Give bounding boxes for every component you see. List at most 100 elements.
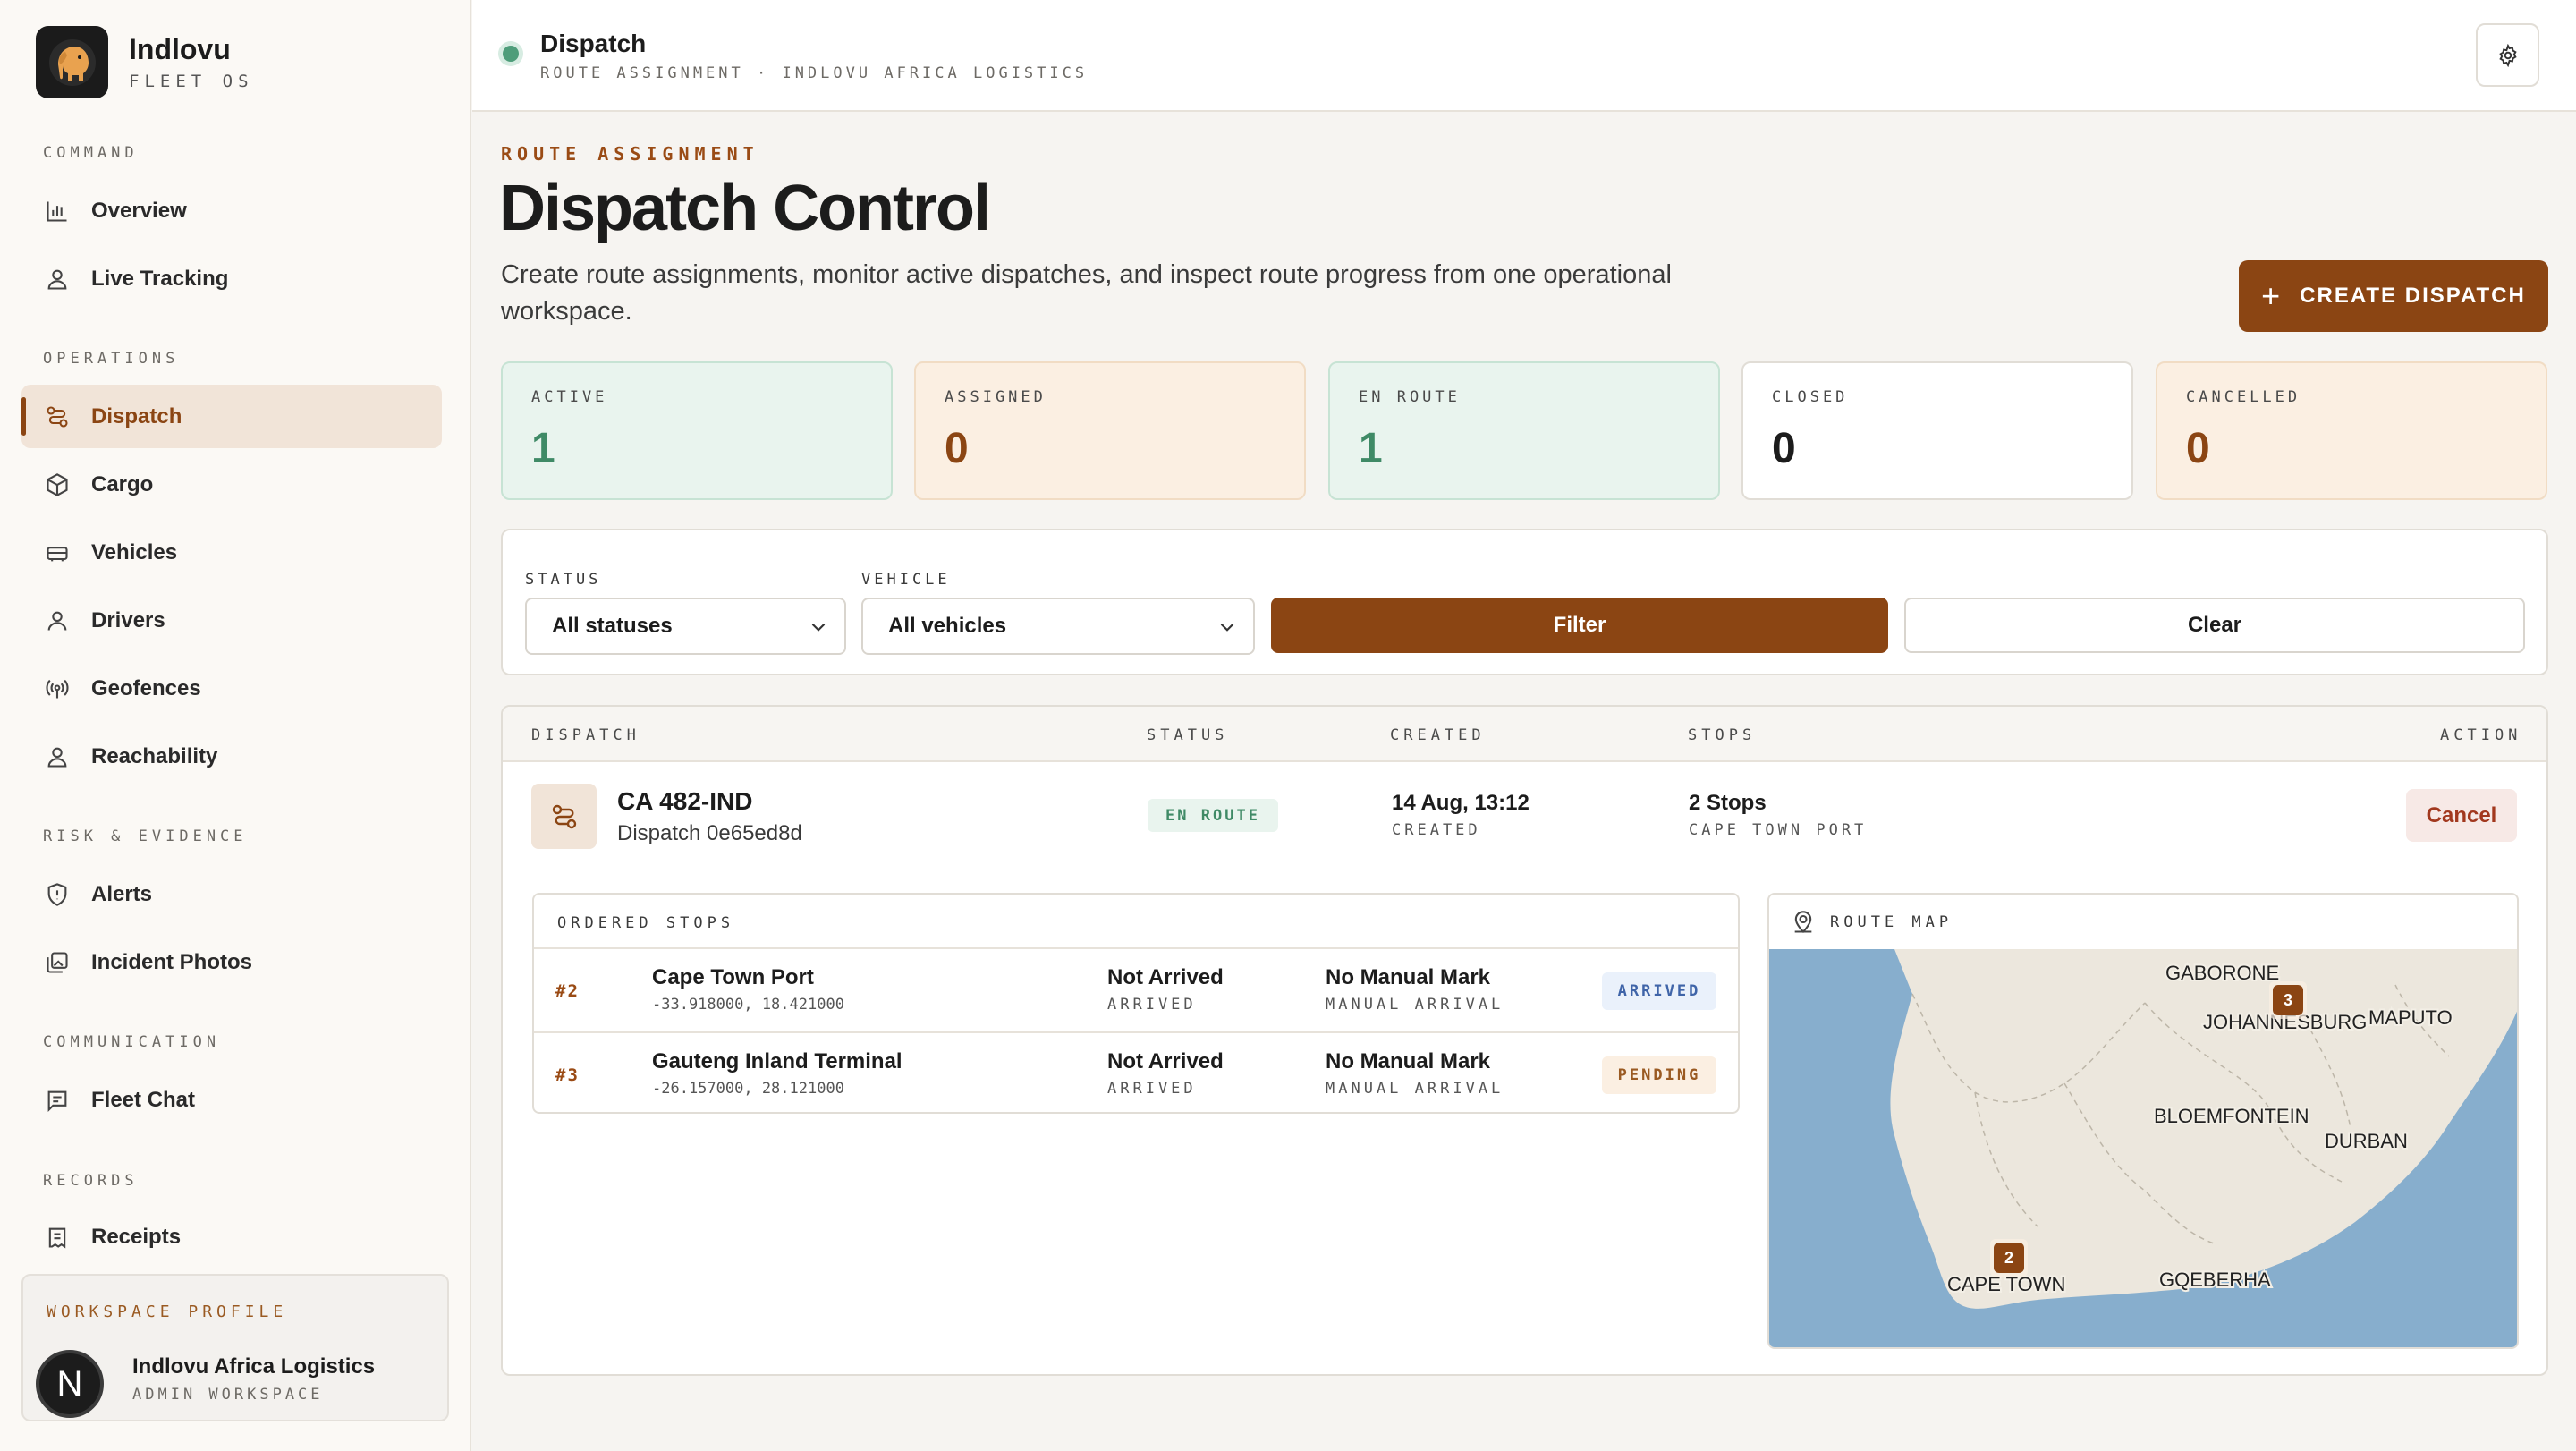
status-select-value: All statuses bbox=[552, 614, 673, 638]
marker-label: 3 bbox=[2284, 991, 2292, 1009]
marker-label: 2 bbox=[2004, 1249, 2013, 1267]
created-label: CREATED bbox=[1392, 821, 1481, 839]
route-map[interactable]: GABORONE JOHANNESBURG MAPUTO BLOEMFONTEI… bbox=[1769, 949, 2519, 1349]
map-title: ROUTE MAP bbox=[1830, 912, 1953, 931]
topbar-title: Dispatch bbox=[540, 30, 647, 57]
column-header: CREATED bbox=[1390, 726, 1486, 744]
sidebar-item-label: Fleet Chat bbox=[91, 1087, 196, 1112]
route-icon bbox=[47, 405, 68, 428]
chat-icon bbox=[47, 1090, 67, 1112]
vehicle-filter-label: VEHICLE bbox=[861, 571, 951, 589]
stat-label: CLOSED bbox=[1772, 388, 1849, 406]
elephant-logo-icon bbox=[36, 26, 108, 98]
sidebar-item-alerts[interactable]: Alerts bbox=[21, 862, 442, 926]
cancel-button[interactable]: Cancel bbox=[2406, 789, 2517, 842]
create-dispatch-button[interactable]: + CREATE DISPATCH bbox=[2239, 260, 2548, 332]
status-select[interactable]: All statuses bbox=[525, 598, 846, 655]
route-icon bbox=[531, 784, 597, 849]
page-title: Dispatch Control bbox=[499, 173, 991, 244]
person-pin-icon bbox=[47, 269, 67, 290]
route-map-panel: ROUTE MAP GABORONE JOHANNESBURG MAPUTO B… bbox=[1767, 893, 2519, 1349]
map-marker-cape-town[interactable]: 2 bbox=[1990, 1239, 2028, 1277]
list-item[interactable]: #3 Gauteng Inland Terminal -26.157000, 2… bbox=[534, 1031, 1738, 1112]
sidebar-item-label: Reachability bbox=[91, 743, 218, 768]
workspace-profile[interactable]: WORKSPACE PROFILE N Indlovu Africa Logis… bbox=[21, 1274, 449, 1421]
stat-card-cancelled: CANCELLED 0 bbox=[2156, 361, 2547, 500]
settings-button[interactable] bbox=[2476, 23, 2539, 87]
sidebar-item-receipts[interactable]: Receipts bbox=[21, 1206, 442, 1269]
vehicle-select[interactable]: All vehicles bbox=[861, 598, 1255, 655]
sidebar-item-dispatch[interactable]: Dispatch bbox=[21, 385, 442, 448]
profile-label: WORKSPACE PROFILE bbox=[47, 1303, 288, 1321]
sidebar-item-fleet-chat[interactable]: Fleet Chat bbox=[21, 1068, 442, 1132]
sidebar: Indlovu FLEET OS COMMAND Overview Live T… bbox=[0, 0, 471, 1451]
signal-icon bbox=[46, 679, 69, 698]
filter-button[interactable]: Filter bbox=[1271, 598, 1888, 653]
status-filter-label: STATUS bbox=[525, 571, 602, 589]
map-pin-icon bbox=[1794, 910, 1812, 933]
sidebar-item-drivers[interactable]: Drivers bbox=[21, 589, 442, 652]
stat-card-assigned: ASSIGNED 0 bbox=[914, 361, 1306, 500]
gear-icon bbox=[2498, 43, 2517, 67]
dispatch-id: CA 482-IND bbox=[617, 787, 753, 815]
arrival-label: ARRIVED bbox=[1107, 996, 1197, 1014]
sidebar-item-cargo[interactable]: Cargo bbox=[21, 453, 442, 516]
sidebar-item-label: Alerts bbox=[91, 881, 153, 906]
manual-mark: No Manual Mark bbox=[1326, 965, 1491, 989]
table-header: DISPATCH STATUS CREATED STOPS ACTION bbox=[503, 707, 2546, 762]
city-label-durban: DURBAN bbox=[2325, 1130, 2408, 1152]
stops-value: 2 Stops bbox=[1689, 791, 1767, 815]
city-label-bloemfontein: BLOEMFONTEIN bbox=[2154, 1105, 2309, 1127]
city-label-maputo: MAPUTO bbox=[2368, 1006, 2453, 1029]
city-label-gqeberha: GQEBERHA bbox=[2159, 1269, 2271, 1291]
sidebar-item-label: Drivers bbox=[91, 607, 165, 632]
nav-section-risk: RISK & EVIDENCE bbox=[43, 827, 248, 845]
sidebar-item-reachability[interactable]: Reachability bbox=[21, 725, 442, 788]
stat-card-en-route: EN ROUTE 1 bbox=[1328, 361, 1720, 500]
arrival-status: Not Arrived bbox=[1107, 1049, 1224, 1073]
column-header: ACTION bbox=[2440, 726, 2522, 744]
avatar[interactable]: N bbox=[36, 1350, 104, 1418]
stat-label: EN ROUTE bbox=[1359, 388, 1461, 406]
clear-button[interactable]: Clear bbox=[1904, 598, 2525, 653]
receipt-icon bbox=[48, 1227, 66, 1249]
sidebar-item-live-tracking[interactable]: Live Tracking bbox=[21, 247, 442, 310]
stop-name: Cape Town Port bbox=[652, 965, 814, 989]
sidebar-item-label: Vehicles bbox=[91, 539, 178, 564]
create-dispatch-label: CREATE DISPATCH bbox=[2300, 284, 2526, 308]
stat-value: 0 bbox=[2186, 425, 2210, 472]
sidebar-item-label: Receipts bbox=[91, 1225, 182, 1249]
created-value: 14 Aug, 13:12 bbox=[1392, 791, 1530, 815]
person-icon bbox=[47, 747, 67, 768]
sidebar-item-vehicles[interactable]: Vehicles bbox=[21, 521, 442, 584]
stop-number: #2 bbox=[555, 981, 580, 1001]
page-eyebrow: ROUTE ASSIGNMENT bbox=[501, 143, 759, 165]
status-badge: EN ROUTE bbox=[1148, 799, 1278, 832]
stop-status-badge: ARRIVED bbox=[1602, 972, 1716, 1010]
vehicle-select-value: All vehicles bbox=[888, 614, 1007, 638]
map-marker-johannesburg[interactable]: 3 bbox=[2269, 981, 2307, 1019]
sidebar-item-label: Live Tracking bbox=[91, 266, 229, 291]
stat-label: ACTIVE bbox=[531, 388, 608, 406]
sidebar-item-overview[interactable]: Overview bbox=[21, 179, 442, 242]
profile-name: Indlovu Africa Logistics bbox=[132, 1354, 376, 1379]
bar-chart-icon bbox=[47, 201, 67, 222]
chevron-down-icon bbox=[1220, 623, 1234, 632]
stat-value: 1 bbox=[1359, 425, 1383, 472]
sidebar-item-label: Overview bbox=[91, 198, 187, 223]
stat-value: 0 bbox=[1772, 425, 1796, 472]
nav-section-records: RECORDS bbox=[43, 1172, 139, 1190]
column-header: STATUS bbox=[1147, 726, 1229, 744]
sidebar-item-label: Dispatch bbox=[91, 403, 182, 429]
nav-section-communication: COMMUNICATION bbox=[43, 1033, 221, 1051]
sidebar-item-geofences[interactable]: Geofences bbox=[21, 657, 442, 720]
profile-role: ADMIN WORKSPACE bbox=[132, 1386, 324, 1404]
brand[interactable]: Indlovu FLEET OS bbox=[36, 26, 254, 98]
shield-icon bbox=[47, 882, 67, 906]
status-dot-icon bbox=[503, 46, 519, 62]
city-label-gaborone: GABORONE bbox=[2165, 962, 2279, 984]
sidebar-item-incident-photos[interactable]: Incident Photos bbox=[21, 930, 442, 994]
user-icon bbox=[47, 611, 67, 631]
stop-status-badge: PENDING bbox=[1602, 1056, 1716, 1094]
list-item[interactable]: #2 Cape Town Port -33.918000, 18.421000 … bbox=[534, 949, 1738, 1031]
